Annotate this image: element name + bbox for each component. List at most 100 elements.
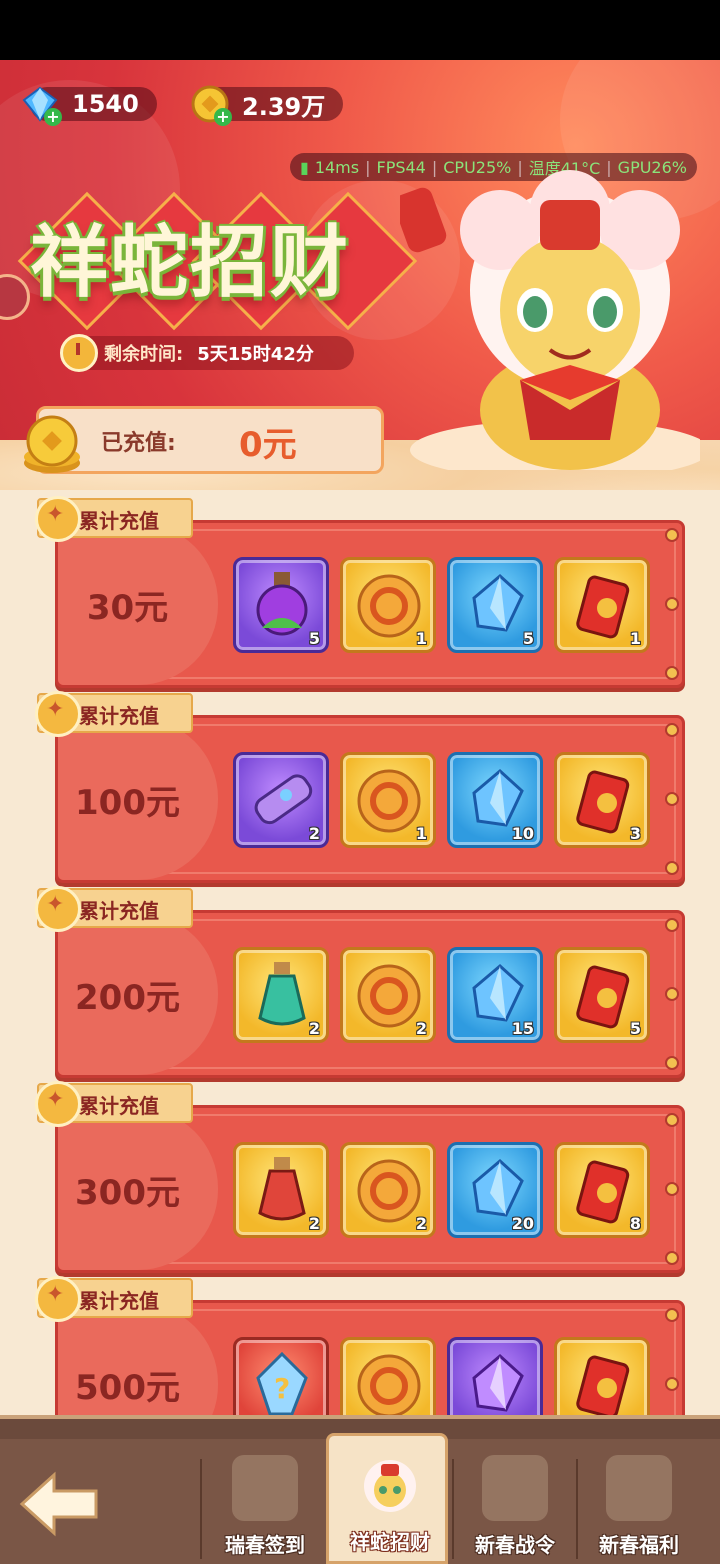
reward-items: 2 1 10 3 — [233, 752, 650, 848]
gold-coin-icon: + — [190, 84, 232, 126]
reward-item-slot[interactable]: ? — [233, 1337, 329, 1415]
reward-item-slot[interactable]: 2 — [233, 752, 329, 848]
reward-item-slot[interactable]: 5 — [554, 947, 650, 1043]
tab-spring-checkin[interactable]: 瑞春签到 — [204, 1439, 326, 1564]
tier-tag: 累计充值 — [35, 1081, 193, 1127]
tier-tag: 累计充值 — [35, 1276, 193, 1322]
recharged-total-panel: 已充值: 0元 — [24, 406, 384, 474]
calendar-checkin-icon — [232, 1455, 298, 1521]
star-badge-icon — [35, 1276, 81, 1322]
reward-items: ? — [233, 1337, 650, 1415]
tab-label: 新春福利 — [599, 1533, 679, 1557]
svg-text:?: ? — [274, 1372, 290, 1405]
lion-mascot-illustration — [400, 170, 700, 470]
item-count: 20 — [511, 1214, 534, 1233]
item-count: 3 — [629, 824, 641, 843]
event-timer: 剩余时间: 5天15时42分 — [60, 334, 354, 372]
reward-tier-list[interactable]: 30元 累计充值 5 1 5 1 100元 累计充值 2 — [0, 490, 720, 1415]
tier-decoration-dots — [665, 723, 679, 875]
tier-amount: 30元 — [86, 588, 169, 628]
gold-currency[interactable]: + 2.39万 — [190, 84, 344, 126]
coin-stack-icon — [24, 415, 80, 473]
tier-tag-label: 累计充值 — [79, 1289, 159, 1313]
gift-bowl-icon — [606, 1455, 672, 1521]
reward-tier-card: 500元 累计充值 ? — [35, 1276, 685, 1415]
star-badge-icon — [35, 496, 81, 542]
reward-item-slot[interactable]: 8 — [554, 1142, 650, 1238]
item-count: 2 — [415, 1214, 427, 1233]
gem-currency[interactable]: + 1540 — [20, 84, 157, 126]
timer-value: 5天15时42分 — [197, 344, 314, 365]
recharged-value: 0元 — [239, 425, 297, 465]
tab-spring-welfare[interactable]: 新春福利 — [578, 1439, 700, 1564]
tab-snake-fortune[interactable]: 祥蛇招财 — [326, 1433, 448, 1564]
reward-item-slot[interactable]: 2 — [340, 947, 436, 1043]
item-count: 1 — [629, 629, 641, 648]
tier-tag-label: 累计充值 — [79, 899, 159, 923]
reward-item-slot[interactable] — [340, 1337, 436, 1415]
reward-item-slot[interactable]: 15 — [447, 947, 543, 1043]
reward-item-slot[interactable]: 2 — [233, 1142, 329, 1238]
reward-item-slot[interactable]: 1 — [554, 557, 650, 653]
plus-icon[interactable]: + — [214, 108, 232, 126]
tier-tag: 累计充值 — [35, 886, 193, 932]
tab-label: 新春战令 — [475, 1533, 555, 1557]
plus-icon[interactable]: + — [44, 108, 62, 126]
reward-items: 2 2 20 8 — [233, 1142, 650, 1238]
item-count: 10 — [511, 824, 534, 843]
reward-item-slot[interactable]: 2 — [340, 1142, 436, 1238]
item-count: 5 — [522, 629, 534, 648]
reward-item-slot[interactable]: 20 — [447, 1142, 543, 1238]
reward-item-slot[interactable]: 10 — [447, 752, 543, 848]
tier-decoration-dots — [665, 918, 679, 1070]
item-count: 5 — [308, 629, 320, 648]
reward-item-slot[interactable] — [554, 1337, 650, 1415]
item-count: 15 — [511, 1019, 534, 1038]
item-count: 2 — [415, 1019, 427, 1038]
reward-tier-card: 200元 累计充值 2 2 15 5 — [35, 886, 685, 1078]
star-badge-icon — [35, 691, 81, 737]
tier-decoration-dots — [665, 528, 679, 680]
tier-tag: 累计充值 — [35, 691, 193, 737]
reward-item-slot[interactable]: 3 — [554, 752, 650, 848]
reward-item-slot[interactable]: 1 — [340, 557, 436, 653]
status-bar — [0, 0, 720, 60]
tier-tag: 累计充值 — [35, 496, 193, 542]
reward-tier-card: 300元 累计充值 2 2 20 8 — [35, 1081, 685, 1273]
lion-mascot-icon — [364, 1460, 416, 1512]
tier-decoration-dots — [665, 1308, 679, 1415]
tab-spring-battlepass[interactable]: 新春战令 — [454, 1439, 576, 1564]
item-count: 1 — [415, 824, 427, 843]
tier-amount: 500元 — [75, 1368, 180, 1408]
item-count: 2 — [308, 824, 320, 843]
reward-item-slot[interactable]: 2 — [233, 947, 329, 1043]
reward-item-slot[interactable]: 5 — [447, 557, 543, 653]
reward-item-slot[interactable]: 5 — [233, 557, 329, 653]
reward-tier-card: 100元 累计充值 2 1 10 3 — [35, 691, 685, 883]
item-count: 2 — [308, 1019, 320, 1038]
tab-label: 瑞春签到 — [225, 1533, 305, 1557]
back-arrow-icon[interactable] — [18, 1469, 100, 1539]
ping-value: 14ms — [314, 157, 360, 177]
reward-item-slot[interactable] — [447, 1337, 543, 1415]
tier-amount: 100元 — [75, 783, 180, 823]
star-badge-icon — [35, 1081, 81, 1127]
tier-amount: 300元 — [75, 1173, 180, 1213]
item-count: 5 — [629, 1019, 641, 1038]
reward-items: 2 2 15 5 — [233, 947, 650, 1043]
diamond-icon: + — [20, 84, 62, 126]
timer-label: 剩余时间: — [104, 344, 184, 365]
star-badge-icon — [35, 886, 81, 932]
event-title: 祥蛇招财 — [30, 217, 351, 308]
reward-item-slot[interactable]: 1 — [340, 752, 436, 848]
tier-tag-label: 累计充值 — [79, 1094, 159, 1118]
tier-tag-label: 累计充值 — [79, 704, 159, 728]
item-count: 1 — [415, 629, 427, 648]
tier-amount: 200元 — [75, 978, 180, 1018]
bottom-navigation: 瑞春签到 祥蛇招财 新春战令 新春福利 — [0, 1415, 720, 1564]
recharged-label: 已充值: — [101, 431, 176, 456]
reward-items: 5 1 5 1 — [233, 557, 650, 653]
reward-tier-card: 30元 累计充值 5 1 5 1 — [35, 496, 685, 688]
tier-tag-label: 累计充值 — [79, 509, 159, 533]
item-count: 8 — [629, 1214, 641, 1233]
